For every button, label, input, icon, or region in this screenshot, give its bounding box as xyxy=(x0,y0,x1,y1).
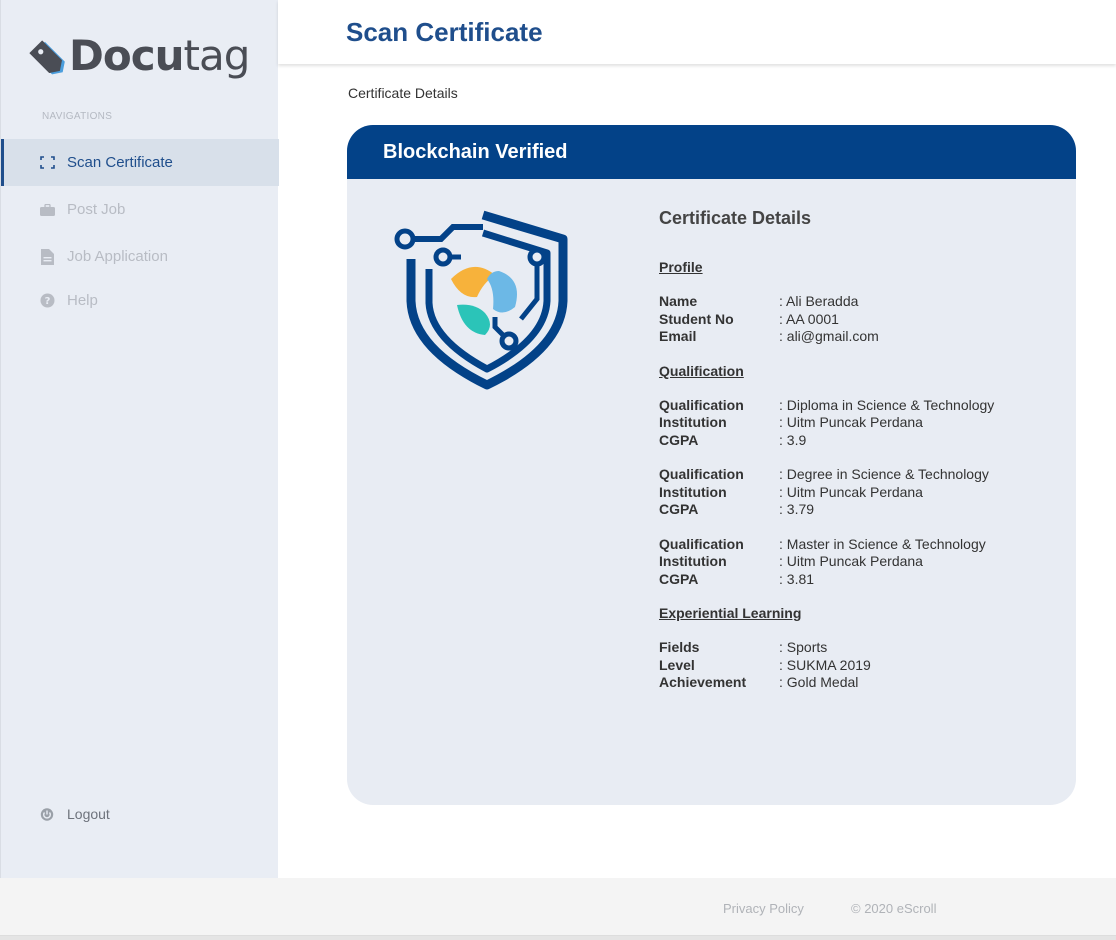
experiential-row: Fields: Sports xyxy=(659,639,828,655)
qualification-row: Qualification: Degree in Science & Techn… xyxy=(659,466,989,482)
sidebar-item-scan-certificate[interactable]: Scan Certificate xyxy=(1,139,279,186)
sidebar-item-label: Scan Certificate xyxy=(67,154,173,171)
brand-logo[interactable]: Docutag xyxy=(25,28,250,84)
brand-name: Docutag xyxy=(69,31,250,80)
verified-banner: Blockchain Verified xyxy=(347,125,1076,179)
top-bar: Scan Certificate xyxy=(278,0,1116,64)
svg-text:?: ? xyxy=(44,296,50,307)
sidebar-item-job-application[interactable]: Job Application xyxy=(1,233,279,280)
sidebar-item-post-job[interactable]: Post Job xyxy=(1,186,279,233)
qualification-row: Qualification: Master in Science & Techn… xyxy=(659,535,986,552)
qualification-row: Institution: Uitm Puncak Perdana xyxy=(659,414,923,430)
copyright-text: © 2020 eScroll xyxy=(851,901,937,916)
sidebar-item-label: Post Job xyxy=(67,201,126,218)
qualification-group: Qualification: Degree in Science & Techn… xyxy=(659,466,1059,519)
profile-row: Name: Ali Beradda xyxy=(659,293,859,309)
sidebar-item-help[interactable]: ? Help xyxy=(1,277,279,324)
experiential-group: Fields: Sports Level: SUKMA 2019 Achieve… xyxy=(659,639,1059,692)
qualification-row: Qualification: Diploma in Science & Tech… xyxy=(659,396,995,413)
blockchain-shield-icon xyxy=(391,209,571,396)
qualification-group: Qualification: Diploma in Science & Tech… xyxy=(659,397,1059,450)
qualification-row: CGPA: 3.9 xyxy=(659,431,807,448)
certificate-details: Certificate Details Profile Name: Ali Be… xyxy=(659,208,1059,709)
page-title: Scan Certificate xyxy=(346,17,543,47)
profile-row: Email: ali@gmail.com xyxy=(659,328,879,344)
document-icon xyxy=(39,248,55,265)
verified-banner-text: Blockchain Verified xyxy=(383,140,568,163)
privacy-policy-link[interactable]: Privacy Policy xyxy=(723,901,804,916)
sidebar-item-label: Job Application xyxy=(67,248,168,265)
nav-heading: NAVIGATIONS xyxy=(42,111,113,122)
sidebar: Docutag NAVIGATIONS Scan Certificate Pos… xyxy=(0,0,279,878)
details-title: Certificate Details xyxy=(659,208,812,228)
qualification-group: Qualification: Master in Science & Techn… xyxy=(659,536,1059,589)
certificate-card: Blockchain Verified Certificate Details … xyxy=(347,125,1076,805)
qualification-row: Institution: Uitm Puncak Perdana xyxy=(659,553,923,569)
experiential-row: Level: SUKMA 2019 xyxy=(659,656,871,673)
sidebar-item-label: Help xyxy=(67,292,98,309)
scan-icon xyxy=(39,155,55,171)
footer: Privacy Policy © 2020 eScroll xyxy=(0,878,1116,936)
bottom-divider xyxy=(0,936,1116,940)
profile-heading: Profile xyxy=(659,259,703,275)
power-icon xyxy=(39,806,55,822)
experiential-row: Achievement: Gold Medal xyxy=(659,674,859,690)
briefcase-icon xyxy=(39,202,55,218)
qualification-row: CGPA: 3.81 xyxy=(659,570,815,587)
logout-label: Logout xyxy=(67,806,110,822)
experiential-heading: Experiential Learning xyxy=(659,605,802,621)
tag-icon xyxy=(29,40,65,75)
profile-row: Student No: AA 0001 xyxy=(659,310,839,327)
qualification-row: Institution: Uitm Puncak Perdana xyxy=(659,483,923,500)
breadcrumb: Certificate Details xyxy=(348,85,458,101)
profile-group: Name: Ali Beradda Student No: AA 0001 Em… xyxy=(659,293,1059,346)
qualification-heading: Qualification xyxy=(659,362,744,379)
logout-button[interactable]: Logout xyxy=(39,806,110,822)
question-icon: ? xyxy=(39,293,55,309)
qualification-row: CGPA: 3.79 xyxy=(659,501,815,517)
